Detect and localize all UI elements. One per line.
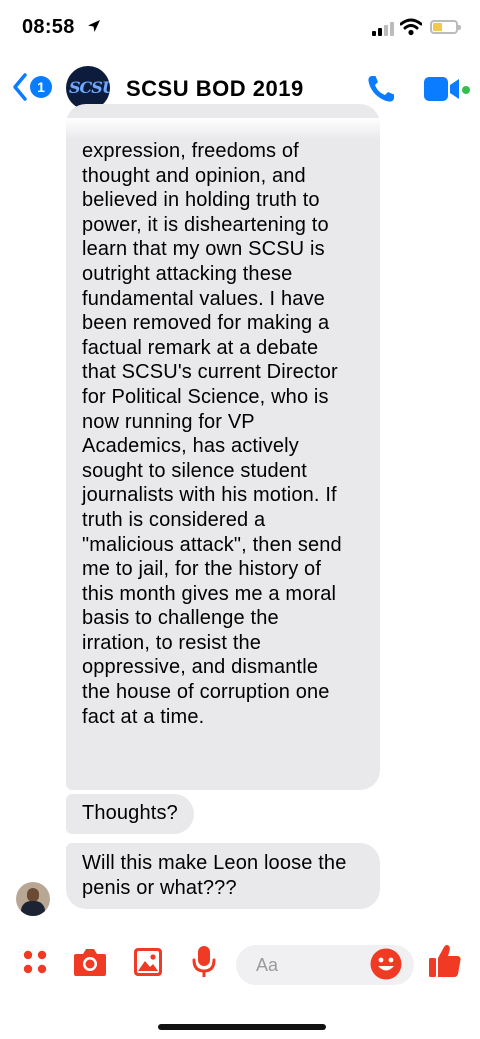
message-line: now running for VP [82,410,255,433]
message-line: truth is considered a [82,508,266,531]
message-line: Will this make Leon loose the [82,852,347,874]
message-line: that SCSU's current Director [82,361,338,384]
video-icon[interactable] [424,76,462,102]
phone-icon[interactable] [365,73,397,105]
location-arrow-icon [88,20,100,32]
message-bubble-long[interactable]: expression, freedoms of thought and opin… [66,104,380,790]
message-line: irration, to resist the [82,631,262,654]
message-line: sought to silence student [82,459,308,482]
message-bubble-thoughts[interactable]: Thoughts? [66,794,194,834]
thumbs-up-icon[interactable] [428,943,462,979]
message-input-placeholder: Aa [256,955,279,975]
message-line: me to jail, for the history of [82,558,322,581]
message-line: for Political Science, who is [82,385,329,408]
more-dots-icon[interactable] [22,949,48,975]
message-line: power, it is disheartening to [82,213,329,236]
signal-icon [372,22,394,36]
composer-bar: Aa [0,935,480,1039]
message-line: "malicious attack", then send [82,533,342,556]
message-line: fundamental values. I have [82,287,325,310]
home-indicator [158,1024,326,1030]
group-avatar-text: SCSU [69,78,110,97]
message-line: fact at a time. [82,705,205,728]
message-line: this month gives me a moral [82,582,337,605]
message-bubble-last[interactable]: Will this make Leon loose the penis or w… [66,843,380,910]
gallery-icon[interactable] [133,947,163,977]
message-line: Academics, has actively [82,435,299,458]
status-time: 08:58 [22,16,75,38]
battery-icon [430,20,461,34]
message-line: journalists with his motion. If [82,484,337,507]
message-line: thought and opinion, and [82,164,306,187]
message-line: believed in holding truth to [82,189,320,212]
scroll-fade [0,118,480,140]
message-line: penis or what??? [82,876,237,899]
sender-avatar[interactable] [16,882,50,916]
unread-badge[interactable]: 1 [30,76,52,98]
emoji-icon[interactable] [370,948,402,980]
message-line: outright attacking these [82,262,293,285]
message-line: expression, freedoms of [82,140,299,162]
message-line: factual remark at a debate [82,336,319,359]
online-indicator [462,86,470,94]
message-line: oppressive, and dismantle [82,656,319,679]
message-line: learn that my own SCSU is [82,238,325,261]
message-text-long: expression, freedoms of thought and opin… [82,139,376,729]
message-line: the house of corruption one [82,681,330,704]
wifi-icon [400,18,422,36]
status-bar: 08:58 [0,0,480,56]
back-chevron-icon[interactable] [12,72,28,102]
message-line: basis to challenge the [82,607,279,630]
camera-icon[interactable] [73,947,107,977]
chat-title[interactable]: SCSU BOD 2019 [126,76,304,102]
microphone-icon[interactable] [192,945,216,979]
message-line: been removed for making a [82,312,330,335]
